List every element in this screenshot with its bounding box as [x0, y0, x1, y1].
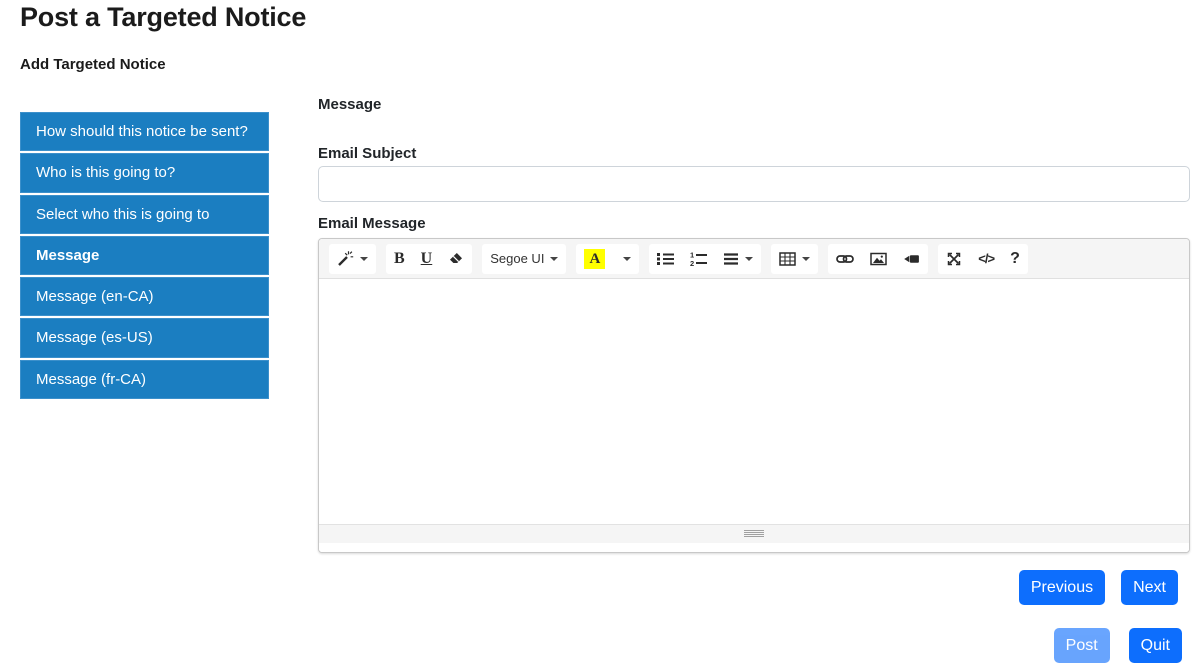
insert-link-button[interactable] [828, 244, 862, 274]
ordered-list-icon: 1 2 [690, 251, 708, 267]
form-action-buttons: Post Quit [1053, 628, 1182, 663]
link-icon [836, 251, 855, 267]
chevron-down-icon [745, 256, 754, 261]
post-targeted-notice-page: Post a Targeted Notice Add Targeted Noti… [0, 0, 1196, 669]
rich-text-editor: B U Segoe UI A 1 2 </> ? [318, 238, 1190, 553]
wizard-step-message-es-us[interactable]: Message (es-US) [20, 318, 269, 358]
page-subtitle: Add Targeted Notice [20, 56, 166, 73]
font-family-value: Segoe UI [490, 251, 545, 266]
unordered-list-icon [657, 251, 675, 267]
wizard-nav-buttons: Previous Next [1018, 570, 1178, 605]
wizard-step-select-who[interactable]: Select who this is going to [20, 194, 269, 234]
chevron-down-icon [550, 256, 559, 261]
chevron-down-icon [360, 256, 368, 261]
underline-button[interactable]: U [413, 244, 441, 274]
style-dropdown-button[interactable] [329, 244, 376, 274]
email-message-label: Email Message [318, 215, 426, 232]
section-heading: Message [318, 96, 382, 113]
previous-button[interactable]: Previous [1018, 570, 1106, 605]
toolbar-group-fontname: Segoe UI [482, 243, 567, 274]
text-color-dropdown-button[interactable] [613, 244, 639, 274]
table-dropdown-button[interactable] [771, 244, 818, 274]
help-button[interactable]: ? [1002, 244, 1028, 274]
table-icon [779, 251, 797, 267]
toolbar-group-insert [828, 243, 929, 274]
font-color-icon: A [584, 248, 606, 269]
text-color-button[interactable]: A [576, 244, 613, 274]
wizard-step-list: How should this notice be sent? Who is t… [20, 112, 269, 401]
clear-formatting-button[interactable] [440, 244, 472, 274]
fullscreen-icon [946, 251, 962, 267]
editor-footer-strip [319, 543, 1189, 552]
code-view-button[interactable]: </> [970, 244, 1002, 274]
chevron-down-icon [623, 256, 632, 261]
quit-button[interactable]: Quit [1128, 628, 1182, 663]
editor-toolbar: B U Segoe UI A 1 2 </> ? [319, 239, 1189, 279]
wizard-step-how-sent[interactable]: How should this notice be sent? [20, 112, 269, 152]
eraser-icon [448, 251, 464, 267]
bold-glyph: B [394, 249, 405, 267]
toolbar-group-table [771, 243, 819, 274]
fullscreen-button[interactable] [938, 244, 970, 274]
page-title: Post a Targeted Notice [20, 2, 307, 32]
toolbar-group-paragraph: 1 2 [649, 243, 762, 274]
wizard-step-who[interactable]: Who is this going to? [20, 153, 269, 193]
chevron-down-icon [802, 256, 811, 261]
email-subject-input[interactable] [318, 166, 1190, 202]
bold-button[interactable]: B [386, 244, 413, 274]
email-subject-label: Email Subject [318, 145, 417, 162]
magic-wand-icon [337, 250, 354, 267]
paragraph-align-dropdown[interactable] [715, 244, 761, 274]
help-icon: ? [1010, 249, 1020, 267]
picture-icon [870, 251, 888, 267]
toolbar-group-color: A [576, 243, 640, 274]
resize-grip-icon [743, 525, 765, 543]
video-icon [903, 251, 920, 267]
font-family-dropdown[interactable]: Segoe UI [482, 244, 566, 274]
ordered-list-button[interactable]: 1 2 [682, 244, 715, 274]
toolbar-group-font-style: B U [386, 243, 473, 274]
next-button[interactable]: Next [1121, 570, 1178, 605]
unordered-list-button[interactable] [649, 244, 682, 274]
wizard-step-message-en-ca[interactable]: Message (en-CA) [20, 277, 269, 317]
insert-video-button[interactable] [895, 244, 928, 274]
underline-glyph: U [420, 249, 433, 267]
toolbar-group-style [329, 243, 376, 274]
wizard-step-message[interactable]: Message [20, 235, 269, 275]
post-button[interactable]: Post [1053, 628, 1110, 663]
email-message-editor-content[interactable] [319, 279, 1189, 524]
paragraph-align-icon [723, 251, 739, 267]
insert-picture-button[interactable] [862, 244, 895, 274]
wizard-step-message-fr-ca[interactable]: Message (fr-CA) [20, 359, 269, 399]
toolbar-group-view: </> ? [938, 243, 1028, 274]
code-view-icon: </> [978, 251, 995, 266]
editor-resize-handle[interactable] [319, 524, 1189, 543]
svg-text:2: 2 [690, 259, 694, 267]
